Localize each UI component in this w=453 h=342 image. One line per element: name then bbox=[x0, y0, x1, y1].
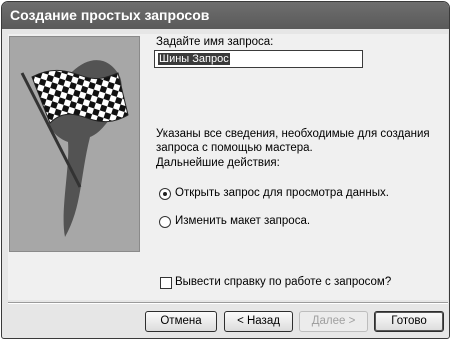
query-wizard-dialog: Создание простых запросов Задайте имя за… bbox=[1, 1, 450, 339]
next-button[interactable]: Далее > bbox=[299, 311, 368, 332]
dialog-title: Создание простых запросов bbox=[2, 2, 449, 29]
query-name-label: Задайте имя запроса: bbox=[156, 36, 274, 48]
cancel-button[interactable]: Отмена bbox=[145, 311, 217, 332]
finish-button[interactable]: Готово bbox=[374, 311, 444, 332]
checkered-flag-icon bbox=[20, 60, 129, 237]
back-button[interactable]: < Назад bbox=[224, 311, 293, 332]
modify-layout-label[interactable]: Изменить макет запроса. bbox=[175, 215, 310, 227]
next-actions-label: Дальнейшие действия: bbox=[156, 157, 280, 169]
info-text-line1: Указаны все сведения, необходимые для со… bbox=[156, 128, 430, 140]
info-text-line2: запроса с помощью мастера. bbox=[156, 142, 313, 154]
query-name-input[interactable]: Шины Запрос bbox=[154, 50, 363, 68]
open-query-radio[interactable] bbox=[159, 188, 171, 200]
show-help-label[interactable]: Вывести справку по работе с запросом? bbox=[175, 276, 391, 288]
button-separator bbox=[8, 302, 448, 304]
query-name-value: Шины Запрос bbox=[158, 53, 230, 65]
show-help-checkbox[interactable] bbox=[160, 277, 172, 289]
modify-layout-radio[interactable] bbox=[159, 216, 171, 228]
checkered-flag-illustration bbox=[9, 36, 140, 252]
open-query-label[interactable]: Открыть запрос для просмотра данных. bbox=[175, 187, 389, 199]
